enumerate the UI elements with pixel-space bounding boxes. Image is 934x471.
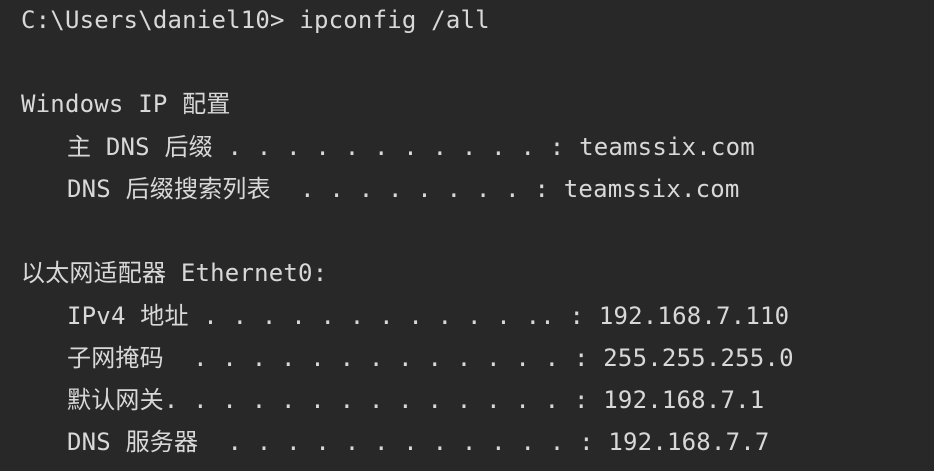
ipv4-address-row: IPv4 地址 . . . . . . . . . . . .. : 192.1… [67, 302, 790, 330]
dns-server-row: DNS 服务器 . . . . . . . . . . . . : 192.16… [67, 428, 770, 456]
dns-suffix-search-list-row: DNS 后缀搜索列表 . . . . . . . . : teamssix.co… [67, 175, 740, 203]
ethernet-adapter-heading: 以太网适配器 Ethernet0: [21, 259, 328, 287]
subnet-mask-row: 子网掩码 . . . . . . . . . . . . . : 255.255… [67, 344, 794, 372]
default-gateway-row: 默认网关. . . . . . . . . . . . . . : 192.16… [67, 386, 765, 414]
windows-ip-heading: Windows IP 配置 [21, 90, 231, 118]
command-prompt-line: C:\Users\daniel10> ipconfig /all [21, 6, 490, 34]
terminal-window[interactable]: C:\Users\daniel10> ipconfig /all Windows… [0, 0, 934, 471]
primary-dns-suffix-row: 主 DNS 后缀 . . . . . . . . . . . : teamssi… [67, 133, 755, 161]
